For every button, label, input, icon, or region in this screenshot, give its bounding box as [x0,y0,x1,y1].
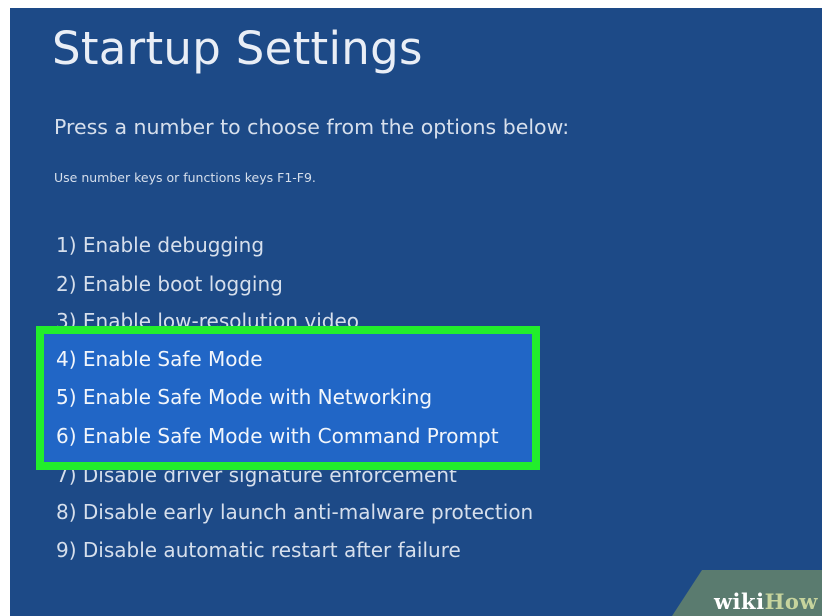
page-title: Startup Settings [52,22,423,75]
instructions-text: Press a number to choose from the option… [54,115,570,139]
option-enable-boot-logging[interactable]: 2) Enable boot logging [56,272,283,296]
option-enable-debugging[interactable]: 1) Enable debugging [56,233,264,257]
option-enable-safe-mode-networking[interactable]: 5) Enable Safe Mode with Networking [56,385,432,409]
option-enable-safe-mode[interactable]: 4) Enable Safe Mode [56,347,263,371]
hint-text: Use number keys or functions keys F1-F9. [54,170,316,185]
watermark-how: How [764,589,818,614]
watermark-text: wikiHow [714,589,818,614]
wikihow-watermark: wikiHow [672,570,822,616]
option-disable-automatic-restart[interactable]: 9) Disable automatic restart after failu… [56,538,461,562]
startup-settings-screen: Startup Settings Press a number to choos… [10,8,822,616]
watermark-wiki: wiki [713,589,765,614]
option-enable-safe-mode-command-prompt[interactable]: 6) Enable Safe Mode with Command Prompt [56,424,499,448]
option-disable-early-launch-anti-malware[interactable]: 8) Disable early launch anti-malware pro… [56,500,533,524]
